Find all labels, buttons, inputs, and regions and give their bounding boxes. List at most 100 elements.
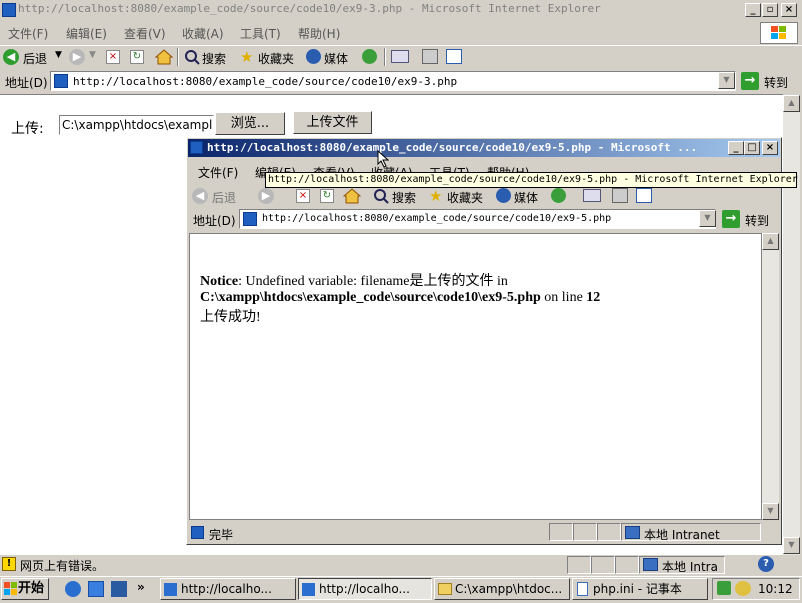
menu-favorites[interactable]: 收藏(A) xyxy=(182,25,224,42)
popup-stop-icon[interactable]: × xyxy=(296,189,310,203)
popup-edit-icon[interactable] xyxy=(636,188,652,203)
warning-icon[interactable]: ! xyxy=(2,557,16,571)
clock: 10:12 xyxy=(758,582,793,596)
quicklaunch-app-icon[interactable] xyxy=(111,581,127,597)
popup-address-input[interactable]: http://localhost:8080/example_code/sourc… xyxy=(262,213,611,224)
popup-forward-arrow-icon[interactable]: ▶ xyxy=(258,188,274,204)
address-label: 地址(D) xyxy=(5,76,48,90)
favorites-button[interactable]: 收藏夹 xyxy=(258,50,294,67)
go-button[interactable]: 转到 xyxy=(764,74,788,91)
taskbar-button[interactable]: http://localho... xyxy=(160,578,296,600)
status-cell xyxy=(615,556,639,574)
popup-refresh-icon[interactable]: ↻ xyxy=(320,189,334,203)
ie-icon xyxy=(2,3,16,17)
minimize-button[interactable]: _ xyxy=(745,3,761,17)
popup-favorites-star-icon[interactable]: ★ xyxy=(429,187,442,205)
media-button[interactable]: 媒体 xyxy=(324,50,348,67)
popup-print-icon[interactable] xyxy=(612,188,628,203)
help-icon[interactable]: ? xyxy=(758,556,774,572)
main-scrollbar[interactable] xyxy=(783,95,800,555)
popup-favorites-button[interactable]: 收藏夹 xyxy=(447,189,483,206)
close-button[interactable]: × xyxy=(781,3,797,17)
popup-scrollbar[interactable] xyxy=(762,233,779,520)
restore-button[interactable]: ▫ xyxy=(762,3,778,17)
php-notice-location: C:\xampp\htdocs\example_code\source\code… xyxy=(200,290,600,306)
scroll-up-button[interactable]: ▲ xyxy=(783,95,800,112)
tray-network-icon[interactable] xyxy=(717,581,731,595)
toolbar-separator xyxy=(177,48,179,66)
upload-file-button[interactable]: 上传文件 xyxy=(293,111,372,134)
popup-address-dropdown-button[interactable]: ▼ xyxy=(699,210,716,227)
popup-back-button[interactable]: 后退 xyxy=(212,189,236,206)
popup-go-button[interactable]: 转到 xyxy=(745,212,769,229)
taskbar-button[interactable]: php.ini - 记事本 xyxy=(572,578,708,600)
status-cell xyxy=(591,556,615,574)
main-zone-text: 本地 Intra xyxy=(662,560,718,574)
forward-arrow-icon[interactable]: ▶ xyxy=(69,49,85,65)
popup-search-button[interactable]: 搜索 xyxy=(392,189,416,206)
popup-back-arrow-icon[interactable]: ◀ xyxy=(192,188,208,204)
history-icon[interactable] xyxy=(362,49,377,64)
address-dropdown-button[interactable]: ▼ xyxy=(718,72,735,89)
popup-maximize-button[interactable]: □ xyxy=(744,141,760,155)
search-button[interactable]: 搜索 xyxy=(202,50,226,67)
page-icon xyxy=(54,74,68,88)
search-icon[interactable] xyxy=(184,49,200,68)
favorites-star-icon[interactable]: ★ xyxy=(240,48,253,66)
address-input[interactable]: http://localhost:8080/example_code/sourc… xyxy=(73,75,457,88)
menu-help[interactable]: 帮助(H) xyxy=(298,25,340,42)
popup-status-cell xyxy=(597,523,621,541)
taskbar-ie-icon xyxy=(164,583,177,596)
popup-history-icon[interactable] xyxy=(551,188,566,203)
forward-dropdown-icon[interactable]: ▼ xyxy=(89,50,96,60)
media-icon[interactable] xyxy=(306,49,321,64)
tray-app-icon[interactable] xyxy=(735,581,751,596)
notice-message: : Undefined variable: filename是上传的文件 in xyxy=(238,274,508,289)
popup-go-arrow-icon[interactable]: → xyxy=(722,210,740,228)
menu-file[interactable]: 文件(F) xyxy=(8,25,48,42)
popup-media-icon[interactable] xyxy=(496,188,511,203)
refresh-icon[interactable]: ↻ xyxy=(130,50,144,64)
popup-scroll-up-button[interactable]: ▲ xyxy=(762,233,779,250)
back-arrow-icon[interactable]: ◀ xyxy=(3,49,19,65)
back-dropdown-icon[interactable]: ▼ xyxy=(55,50,62,60)
title-tooltip: http://localhost:8080/example_code/sourc… xyxy=(265,172,798,188)
popup-media-button[interactable]: 媒体 xyxy=(514,189,538,206)
taskbar-folder-icon xyxy=(438,583,452,595)
home-icon[interactable] xyxy=(154,49,174,68)
popup-home-icon[interactable] xyxy=(342,188,362,207)
menu-view[interactable]: 查看(V) xyxy=(124,25,166,42)
popup-status-cell xyxy=(573,523,597,541)
popup-minimize-button[interactable]: _ xyxy=(728,141,744,155)
scroll-down-button[interactable]: ▼ xyxy=(783,537,800,554)
popup-search-icon[interactable] xyxy=(373,188,389,207)
popup-mail-icon[interactable] xyxy=(583,189,601,202)
start-label: 开始 xyxy=(17,581,44,596)
browse-button[interactable]: 浏览... xyxy=(215,112,285,135)
popup-close-button[interactable]: × xyxy=(762,141,778,155)
menu-tools[interactable]: 工具(T) xyxy=(240,25,281,42)
go-arrow-icon[interactable]: → xyxy=(741,72,759,90)
tray-volume-icon[interactable] xyxy=(730,556,752,574)
file-path-value: C:\xampp\htdocs\example xyxy=(62,118,214,132)
edit-icon[interactable] xyxy=(446,49,462,64)
php-notice-line: Notice: Undefined variable: filename是上传的… xyxy=(200,270,508,290)
menu-edit[interactable]: 编辑(E) xyxy=(66,25,107,42)
upload-success-message: 上传成功! xyxy=(200,310,261,325)
main-intranet-icon xyxy=(643,558,658,571)
notice-line-text: on line xyxy=(540,290,587,305)
taskbar-ie-icon xyxy=(302,583,315,596)
notice-label: Notice xyxy=(200,274,239,289)
quicklaunch-desktop-icon[interactable] xyxy=(88,581,104,597)
quicklaunch-ie-icon[interactable] xyxy=(65,581,81,597)
mail-icon[interactable] xyxy=(391,50,409,63)
taskbar-button[interactable]: C:\xampp\htdoc... xyxy=(434,578,570,600)
popup-menu-file[interactable]: 文件(F) xyxy=(198,164,238,181)
quicklaunch-more-icon[interactable]: » xyxy=(137,580,145,594)
file-path-input[interactable]: C:\xampp\htdocs\example xyxy=(59,115,214,135)
popup-scroll-down-button[interactable]: ▼ xyxy=(762,503,779,520)
taskbar-button-active[interactable]: http://localho... xyxy=(298,578,432,600)
stop-icon[interactable]: × xyxy=(106,50,120,64)
back-button[interactable]: 后退 xyxy=(23,50,47,67)
print-icon[interactable] xyxy=(422,49,438,64)
